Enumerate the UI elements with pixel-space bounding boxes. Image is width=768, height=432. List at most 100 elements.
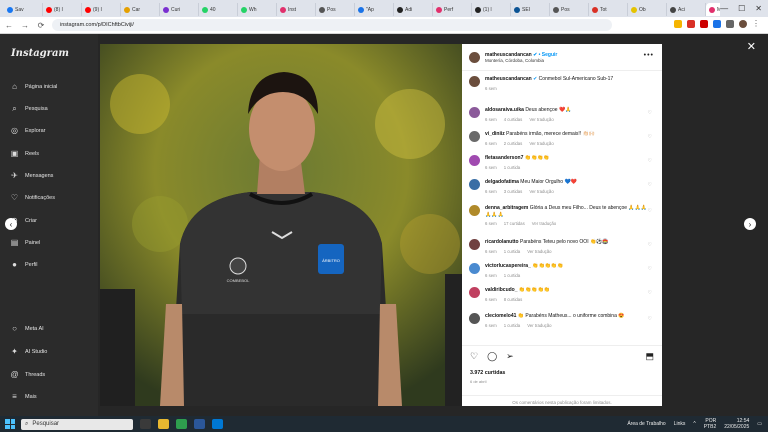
author-avatar[interactable] <box>469 51 480 63</box>
reload-icon[interactable]: ⟳ <box>36 21 46 30</box>
author-username[interactable]: matheuscandancan <box>485 52 532 58</box>
comment-like-icon[interactable]: ♡ <box>648 316 652 322</box>
more-options-icon[interactable]: ••• <box>644 52 654 59</box>
likes-count[interactable]: 3.972 curtidas <box>470 370 505 376</box>
commenter-username[interactable]: cleciomelo41 <box>485 313 516 319</box>
comment-like-icon[interactable]: ♡ <box>648 182 652 188</box>
commenter-username[interactable]: fletasanderson7 <box>485 155 523 161</box>
comment-likes[interactable]: 1 curtida <box>504 249 520 254</box>
comment-likes[interactable]: 17 curtidas <box>504 221 525 226</box>
comment-like-icon[interactable]: ♡ <box>648 134 652 140</box>
commenter-avatar[interactable] <box>469 313 480 324</box>
profile-avatar[interactable] <box>739 20 747 28</box>
save-icon[interactable]: ⬒ <box>645 351 654 362</box>
comment-like-icon[interactable]: ♡ <box>648 242 652 248</box>
desktop-toolbar[interactable]: Área de Trabalho <box>627 421 665 427</box>
share-icon[interactable]: ➢ <box>506 351 514 362</box>
comment-likes[interactable]: 4 curtidas <box>504 117 523 122</box>
browser-tab[interactable]: Wh <box>238 3 277 16</box>
translate-link[interactable]: Ver tradução <box>529 117 553 122</box>
taskbar-search[interactable]: ⌕ Pesquisar <box>21 418 133 430</box>
close-window-button[interactable]: ✕ <box>755 4 762 13</box>
back-icon[interactable]: ← <box>4 21 14 30</box>
browser-tab[interactable]: Pos <box>550 3 589 16</box>
translate-link[interactable]: Ver tradução <box>532 221 556 226</box>
language-indicator[interactable]: POR PTB2 <box>704 418 717 430</box>
links-toolbar[interactable]: Links <box>674 421 686 427</box>
comment-likes[interactable]: 8 curtidas <box>504 297 523 302</box>
like-icon[interactable]: ♡ <box>470 351 478 362</box>
translate-link[interactable]: Ver tradução <box>527 249 551 254</box>
windows-start-icon[interactable] <box>5 419 15 429</box>
extension-icon[interactable] <box>687 20 695 28</box>
next-post-button[interactable]: › <box>744 218 756 230</box>
sidebar-bottom-item[interactable]: @ Threads <box>10 370 45 379</box>
sidebar-item[interactable]: ⌕ Pesquisa <box>10 104 47 113</box>
previous-post-button[interactable]: ‹ <box>5 218 17 230</box>
comment-icon[interactable]: ◯ <box>487 351 497 362</box>
browser-tab[interactable]: 40 <box>199 3 238 16</box>
browser-tab[interactable]: (1) l <box>472 3 511 16</box>
translate-link[interactable]: Ver tradução <box>527 323 551 328</box>
browser-tab[interactable]: Car <box>121 3 160 16</box>
comment-like-icon[interactable]: ♡ <box>648 208 652 214</box>
comment-likes[interactable]: 1 curtida <box>504 323 520 328</box>
translate-link[interactable]: Ver tradução <box>529 141 553 146</box>
maximize-button[interactable]: ☐ <box>738 4 745 13</box>
browser-tab[interactable]: SEI <box>511 3 550 16</box>
menu-icon[interactable]: ⋮ <box>752 20 760 28</box>
sidebar-item[interactable]: ▣ Reels <box>10 149 39 158</box>
comment-likes[interactable]: 2 curtidas <box>504 141 523 146</box>
sidebar-item[interactable]: ⌂ Página inicial <box>10 82 57 91</box>
minimize-button[interactable]: — <box>720 4 728 13</box>
extension-icon[interactable] <box>726 20 734 28</box>
browser-tab[interactable]: Tot <box>589 3 628 16</box>
comment-like-icon[interactable]: ♡ <box>648 110 652 116</box>
commenter-avatar[interactable] <box>469 205 480 216</box>
browser-tab[interactable]: (9) I <box>82 3 121 16</box>
browser-tab[interactable]: "Ap <box>355 3 394 16</box>
sidebar-item[interactable]: ▤ Painel <box>10 238 41 247</box>
post-location[interactable]: Montería, Córdoba, Colombia <box>485 58 557 63</box>
translate-link[interactable]: Ver tradução <box>529 189 553 194</box>
commenter-username[interactable]: vi_diniiz <box>485 131 505 137</box>
sidebar-item[interactable]: ● Perfil <box>10 260 37 269</box>
commenter-username[interactable]: valdiribcudo_ <box>485 287 518 293</box>
extension-icon[interactable] <box>713 20 721 28</box>
sidebar-item[interactable]: ◎ Explorar <box>10 126 45 135</box>
task-view-icon[interactable] <box>140 419 151 429</box>
file-explorer-icon[interactable] <box>158 419 169 429</box>
sidebar-bottom-item[interactable]: ✦ AI Studio <box>10 347 47 356</box>
commenter-username[interactable]: delgadofatima <box>485 179 519 185</box>
follow-button[interactable]: • Seguir <box>539 52 558 58</box>
comment-like-icon[interactable]: ♡ <box>648 266 652 272</box>
commenter-username[interactable]: victorlucaspereira_ <box>485 263 531 269</box>
browser-tab[interactable]: Inst <box>277 3 316 16</box>
comments-list[interactable]: matheuscandancan ✔ Conmebol Sul-American… <box>462 73 662 345</box>
browser-tab[interactable]: (8) I <box>43 3 82 16</box>
commenter-avatar[interactable] <box>469 239 480 250</box>
browser-tab[interactable]: Adi <box>394 3 433 16</box>
extension-icon[interactable] <box>700 20 708 28</box>
browser-tab[interactable]: Pos <box>316 3 355 16</box>
notifications-icon[interactable]: ▭ <box>757 421 762 427</box>
commenter-avatar[interactable] <box>469 155 480 166</box>
sidebar-bottom-item[interactable]: ≡ Mais <box>10 392 36 401</box>
sidebar-item[interactable]: ✈ Mensagens <box>10 171 53 180</box>
url-field[interactable]: instagram.com/p/DIChftbCiviji/ <box>52 19 612 31</box>
browser-tab[interactable]: Aci <box>667 3 706 16</box>
browser-tab[interactable]: Ob <box>628 3 667 16</box>
star-icon[interactable] <box>674 20 682 28</box>
commenter-avatar[interactable] <box>469 263 480 274</box>
comment-like-icon[interactable]: ♡ <box>648 158 652 164</box>
commenter-avatar[interactable] <box>469 179 480 190</box>
sidebar-item[interactable]: ♡ Notificações <box>10 193 55 202</box>
clock[interactable]: 12:54 22/05/2025 <box>724 418 749 430</box>
commenter-username[interactable]: ricardolanutto <box>485 239 519 245</box>
tray-chevron-icon[interactable]: ^ <box>693 421 695 427</box>
browser-tab[interactable]: Sav <box>4 3 43 16</box>
browser-tab[interactable]: Perf <box>433 3 472 16</box>
commenter-avatar[interactable] <box>469 287 480 298</box>
outlook-icon[interactable] <box>212 419 223 429</box>
chrome-icon[interactable] <box>176 419 187 429</box>
